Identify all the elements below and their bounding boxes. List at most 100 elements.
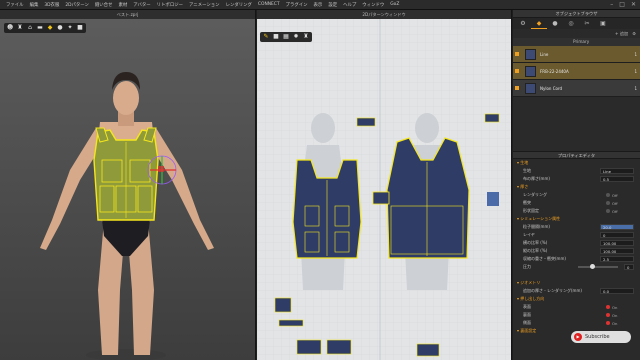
2d-pattern-window[interactable]: 2Dパターンウィンドウ ✎ ■ ▦ ✹ ♜: [257, 10, 512, 360]
property-editor: ▾ 生地 生地 Line 布の厚さ(mm) 0.5 ▾ 厚さ レンダリング Off 衝突 Off 形…: [513, 159, 640, 335]
menu-item[interactable]: 3D衣服: [44, 2, 59, 8]
fabric-count: 1: [634, 85, 637, 91]
property-row: 布の厚さ(mm) 0.5: [513, 175, 640, 183]
toggle-value: Off: [612, 208, 618, 214]
property-section[interactable]: ▾ ジオメトリ: [513, 279, 640, 287]
property-row: 生地 Line: [513, 167, 640, 175]
add-fabric-button[interactable]: + 追加: [615, 31, 628, 37]
settings-icon[interactable]: ✹: [293, 34, 299, 40]
fabric-list-empty-area: [513, 97, 640, 151]
button-icon[interactable]: ●: [547, 19, 563, 29]
property-label: 縦の比率 (%): [523, 248, 548, 253]
toggle-value: Off: [612, 192, 618, 198]
fabric-item[interactable]: Line 1: [513, 46, 640, 63]
menu-item[interactable]: レンダリング: [226, 2, 252, 8]
grid-icon[interactable]: ▦: [283, 34, 289, 40]
property-label: ▾ ジオメトリ: [517, 280, 541, 285]
fabric-item[interactable]: FRB-22-2440A 1: [513, 63, 640, 80]
menu-item[interactable]: プラグイン: [286, 2, 308, 8]
right-panel: オブジェクトブラウザ ⚙ ◆ ● ◎ ✂ ▣ + 追加 ⚙ Primary Li…: [513, 10, 640, 360]
menu-item[interactable]: 編集: [30, 2, 39, 8]
property-row: 表面 On: [513, 303, 640, 311]
fabric-icon[interactable]: ◆: [531, 19, 547, 29]
property-row: 縦の比率 (%) 100.00: [513, 247, 640, 255]
menu-item[interactable]: リトポロジー: [157, 2, 183, 8]
menu-item[interactable]: CONNECT: [258, 2, 280, 7]
subscribe-button[interactable]: ▶ Subscribe: [571, 331, 631, 343]
property-value-field[interactable]: 0.5: [600, 176, 634, 182]
property-label: 収縮の重さ・衝突(mm): [523, 256, 566, 261]
property-section[interactable]: ▾ 生地: [513, 159, 640, 167]
property-value-field[interactable]: 100.00: [600, 248, 634, 254]
property-label: レイヤ: [523, 232, 535, 237]
menu-item[interactable]: ヘルプ: [343, 2, 356, 8]
menu-item[interactable]: 2Dパターン: [65, 2, 89, 8]
property-row: 衝突 Off: [513, 199, 640, 207]
3d-viewport[interactable]: [0, 10, 256, 360]
menu-item[interactable]: GoZ: [390, 2, 399, 7]
shirt-icon[interactable]: ♜: [303, 34, 309, 40]
trim-icon[interactable]: ◎: [563, 19, 579, 29]
menu-item[interactable]: ウィンドウ: [362, 2, 384, 8]
property-value-field[interactable]: 100.00: [600, 240, 634, 246]
menu-item[interactable]: 設定: [328, 2, 337, 8]
2d-canvas[interactable]: [257, 10, 512, 360]
3d-garment-window[interactable]: ベスト.zprj ☻ ♜ ⌂ ▬ ◆ ● ✦ ■: [0, 10, 256, 360]
graphic-icon[interactable]: ▣: [595, 19, 611, 29]
property-row: レンダリング Off: [513, 191, 640, 199]
menu-bar: ファイル 編集 3D衣服 2Dパターン 縫い合せ 素材 アバター リトポロジー アニメーションレ…: [0, 0, 640, 10]
minimize-icon[interactable]: –: [610, 1, 613, 9]
property-toggle[interactable]: On: [606, 321, 632, 326]
menu-item[interactable]: 素材: [118, 2, 127, 8]
property-toggle[interactable]: Off: [606, 201, 632, 206]
property-label: 表面: [523, 304, 531, 309]
menu-item[interactable]: アニメーション: [189, 2, 220, 8]
square-icon[interactable]: ■: [273, 34, 279, 40]
primary-section[interactable]: Primary: [513, 38, 640, 46]
floor-shadow: [86, 349, 166, 360]
gear-icon[interactable]: ⚙: [632, 31, 636, 36]
transform-gizmo[interactable]: [147, 155, 177, 185]
check-icon[interactable]: [515, 86, 519, 90]
property-slider[interactable]: [578, 264, 618, 269]
maximize-icon[interactable]: □: [619, 1, 625, 9]
slider-handle[interactable]: [590, 264, 595, 269]
property-value-field[interactable]: 0: [624, 264, 634, 270]
property-value-field[interactable]: 2.5: [600, 256, 634, 262]
property-value-field[interactable]: 20.0: [600, 224, 634, 230]
property-label: 裏面: [523, 312, 531, 317]
property-row: 圧力 0: [513, 263, 640, 271]
menu-item[interactable]: 縫い合せ: [95, 2, 113, 8]
radio-icon: [606, 201, 610, 205]
property-value-field[interactable]: 0: [600, 232, 634, 238]
object-browser-toolbar: + 追加 ⚙: [513, 29, 640, 38]
property-section[interactable]: ▾ 押し出し方向: [513, 295, 640, 303]
close-icon[interactable]: ✕: [631, 1, 636, 9]
menu-item[interactable]: アバター: [133, 2, 150, 8]
check-icon[interactable]: [515, 52, 519, 56]
window-controls: – □ ✕: [610, 1, 636, 9]
pen-icon[interactable]: ✎: [263, 34, 269, 40]
property-section[interactable]: ▾ 厚さ: [513, 183, 640, 191]
property-label: 側面: [523, 320, 531, 325]
property-section[interactable]: ▾ シミュレーション属性: [513, 215, 640, 223]
radio-icon: [606, 209, 610, 213]
property-toggle[interactable]: On: [606, 305, 632, 310]
gear-icon[interactable]: ⚙: [515, 19, 531, 29]
fabric-swatch: [525, 65, 536, 77]
menu-item[interactable]: ファイル: [6, 2, 24, 8]
property-value-field[interactable]: 0.0: [600, 288, 634, 294]
topstitch-icon[interactable]: ✂: [579, 19, 595, 29]
object-browser-title: オブジェクトブラウザ: [513, 10, 640, 18]
radio-icon: [606, 193, 610, 197]
property-label: 横の比率 (%): [523, 240, 548, 245]
property-row: [513, 271, 640, 279]
property-value-field[interactable]: Line: [600, 168, 634, 174]
property-toggle[interactable]: Off: [606, 209, 632, 214]
fabric-item[interactable]: Nylon Cord 1: [513, 80, 640, 97]
menu-item[interactable]: 表示: [314, 2, 323, 8]
property-toggle[interactable]: On: [606, 313, 632, 318]
property-toggle[interactable]: Off: [606, 193, 632, 198]
check-icon[interactable]: [515, 69, 519, 73]
property-row: 追加の厚さ - レンダリング(mm) 0.0: [513, 287, 640, 295]
